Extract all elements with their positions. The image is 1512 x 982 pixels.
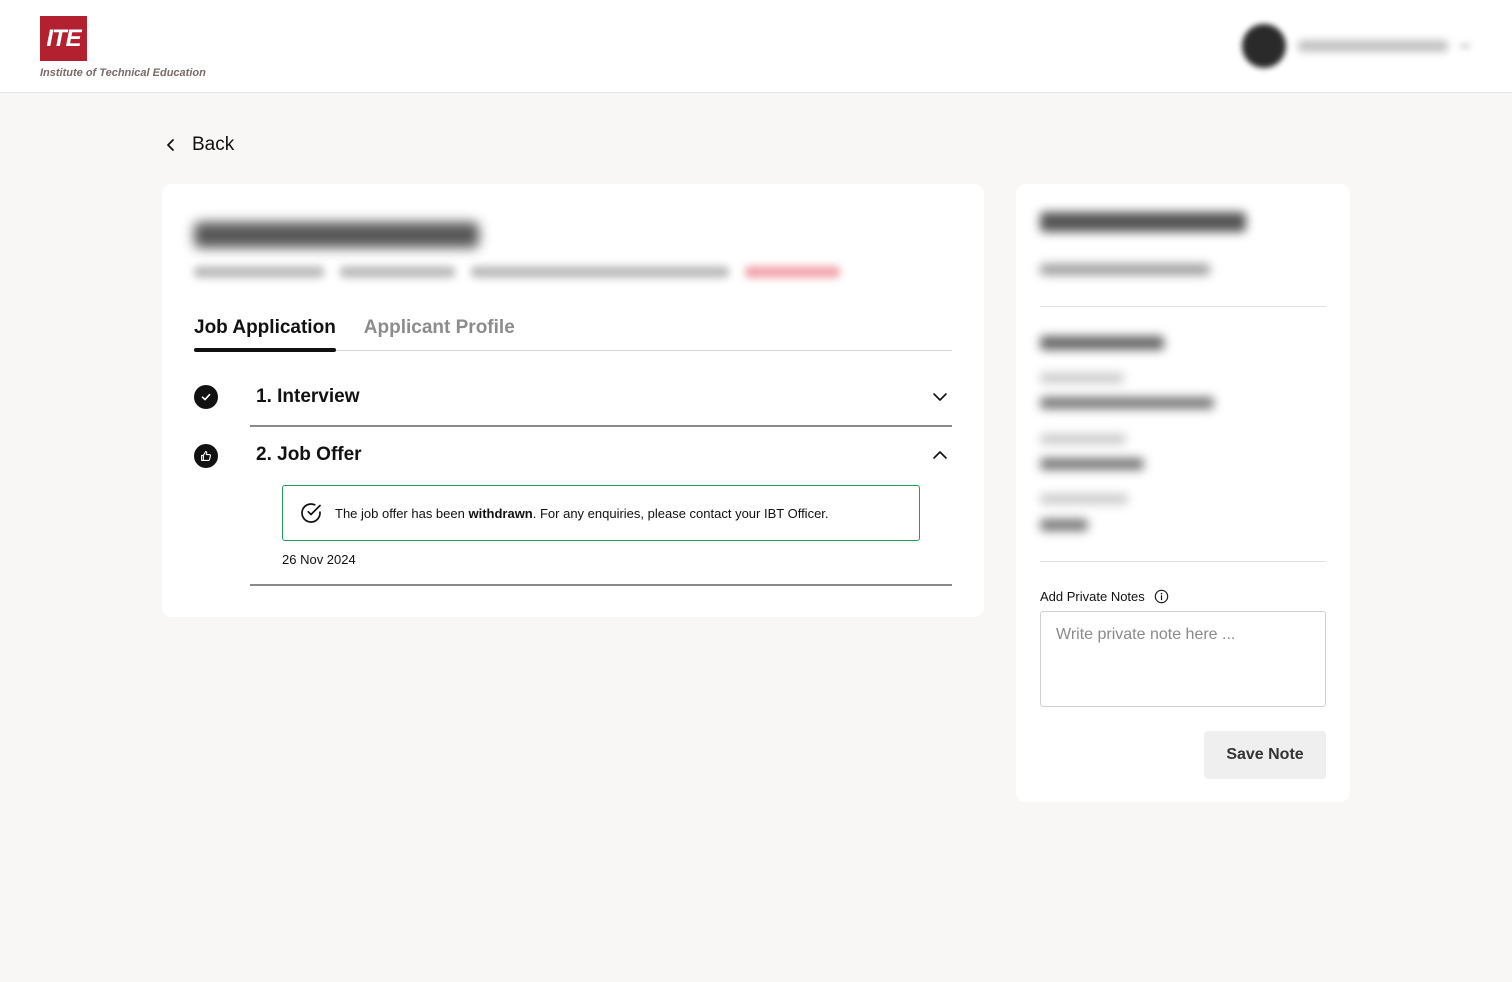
field-value-redacted	[1040, 519, 1088, 531]
private-notes-label: Add Private Notes	[1040, 589, 1169, 604]
step-job-offer-header[interactable]: 2. Job Offer	[250, 440, 952, 470]
top-bar: ITE Institute of Technical Education	[0, 0, 1512, 93]
chevron-up-icon[interactable]	[932, 447, 948, 463]
back-button[interactable]: Back	[164, 134, 234, 156]
step-interview-header[interactable]: 1. Interview	[250, 382, 952, 412]
logo-text: Institute of Technical Education	[40, 67, 206, 79]
private-notes-label-text: Add Private Notes	[1040, 589, 1145, 604]
application-card: Job Application Applicant Profile 1. Int…	[162, 184, 984, 617]
step-interview-title: 1. Interview	[256, 386, 360, 407]
private-note-input[interactable]	[1040, 611, 1326, 707]
user-menu[interactable]	[1242, 24, 1470, 68]
logo-mark: ITE	[40, 16, 87, 61]
offer-status-message: The job offer has been withdrawn. For an…	[335, 506, 829, 521]
user-name-redacted	[1298, 40, 1448, 52]
user-menu-chevron-icon	[1460, 43, 1470, 49]
email-label-redacted	[1040, 373, 1124, 383]
status-side-panel: Add Private Notes Save Note	[1016, 184, 1350, 802]
tab-job-application[interactable]: Job Application	[194, 317, 336, 352]
alert-text-bold: withdrawn	[468, 505, 533, 521]
avatar[interactable]	[1242, 24, 1286, 68]
chevron-left-icon	[167, 139, 174, 151]
tab-applicant-profile[interactable]: Applicant Profile	[364, 317, 515, 350]
step-job-offer-title: 2. Job Offer	[256, 444, 362, 465]
status-heading-redacted	[1040, 212, 1246, 232]
thumbs-up-icon	[194, 444, 218, 468]
offer-date: 26 Nov 2024	[282, 552, 356, 567]
offer-status-alert: The job offer has been withdrawn. For an…	[282, 485, 920, 541]
chevron-down-icon[interactable]	[932, 389, 948, 405]
side-divider	[1040, 306, 1326, 307]
check-circle-icon	[301, 503, 321, 523]
logo-mark-text: ITE	[46, 24, 81, 52]
alert-text-before: The job offer has been	[335, 505, 469, 521]
save-note-button[interactable]: Save Note	[1204, 731, 1326, 779]
applicant-details-heading-redacted	[1040, 336, 1164, 350]
status-date-redacted	[1040, 264, 1210, 275]
field-label-redacted	[1040, 494, 1128, 504]
info-icon[interactable]	[1154, 589, 1169, 604]
step-divider	[250, 584, 952, 586]
phone-value-redacted	[1040, 458, 1144, 470]
alert-text-after: . For any enquiries, please contact your…	[532, 505, 829, 521]
applicant-name-redacted	[194, 222, 479, 248]
back-label: Back	[192, 134, 235, 155]
tab-bar: Job Application Applicant Profile	[194, 317, 952, 352]
ite-logo[interactable]: ITE Institute of Technical Education	[40, 16, 240, 82]
step-complete-check-icon	[194, 385, 218, 409]
step-divider	[250, 425, 952, 427]
email-value-redacted	[1040, 397, 1214, 409]
phone-label-redacted	[1040, 434, 1126, 444]
side-divider	[1040, 561, 1326, 562]
breadcrumb-redacted	[194, 266, 840, 278]
